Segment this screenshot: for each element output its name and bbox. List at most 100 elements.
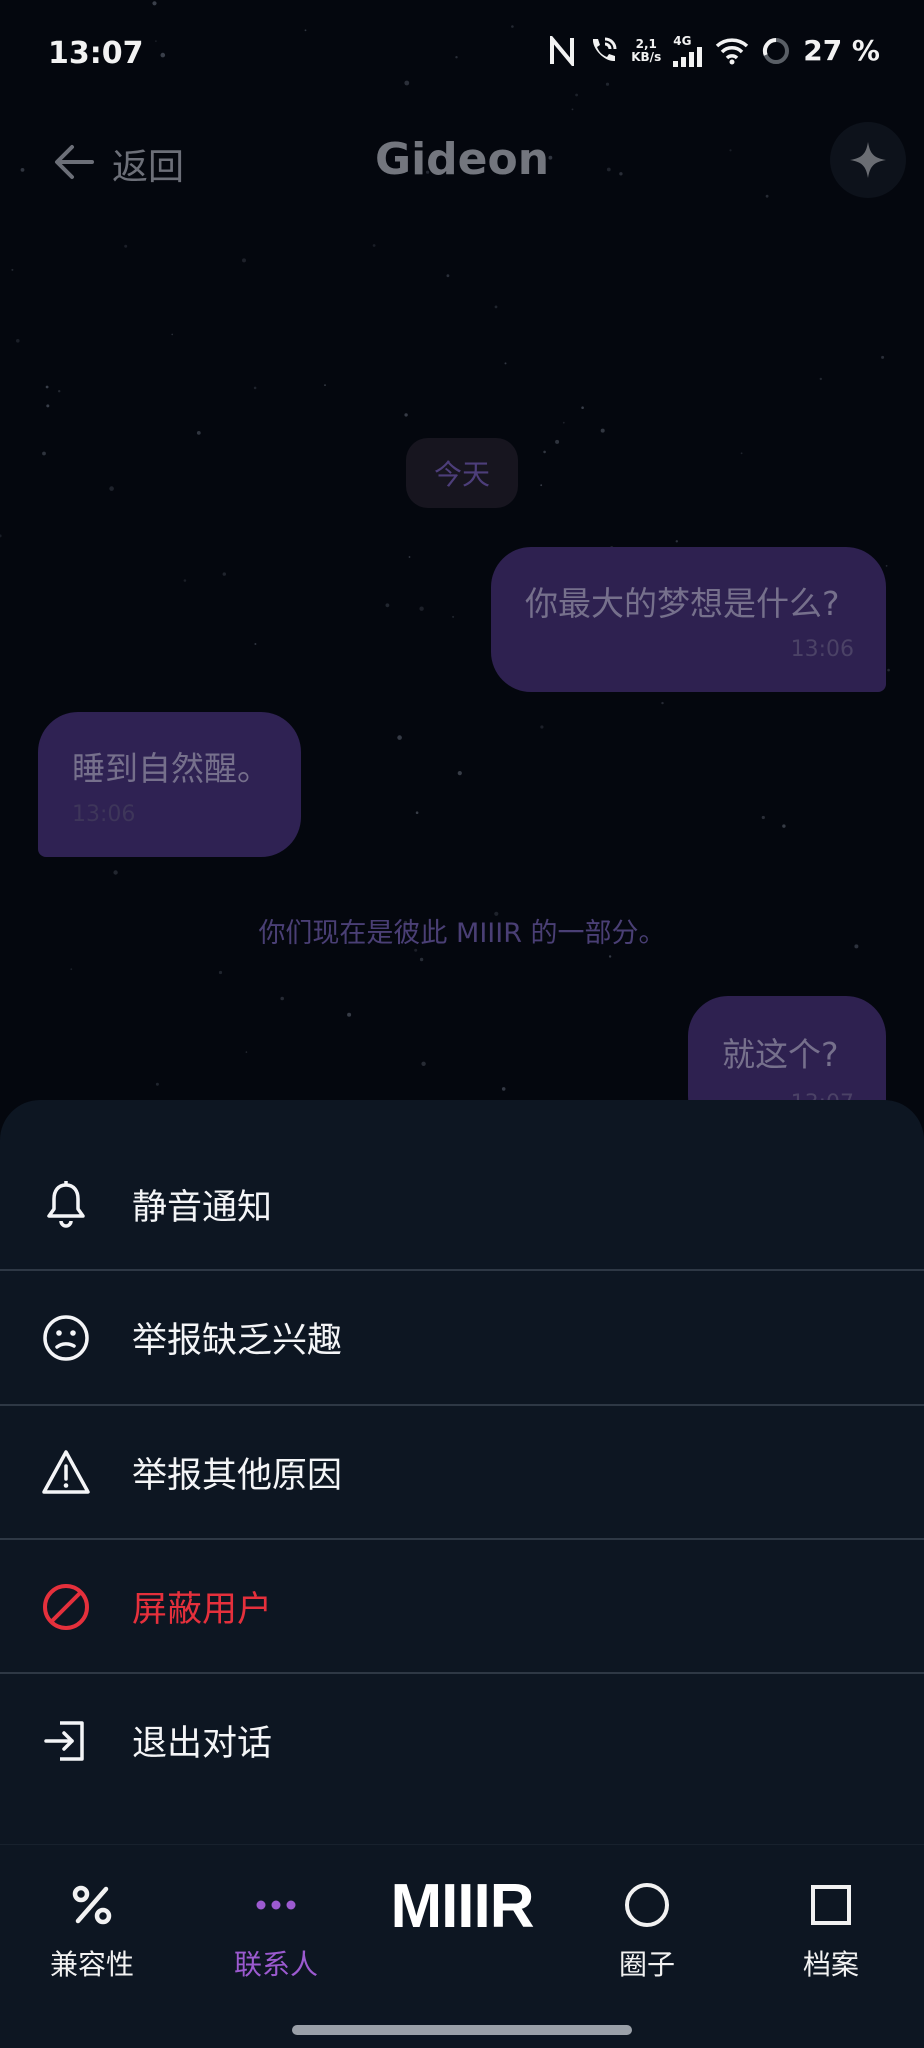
star <box>457 771 462 776</box>
message-time: 13:06 <box>790 637 854 662</box>
star <box>543 450 546 454</box>
star <box>415 811 419 814</box>
message-bubble-outgoing[interactable]: 你最大的梦想是什么? 13:06 <box>491 547 886 692</box>
nav-item-circles[interactable]: 圈子 <box>557 1845 737 1995</box>
network-type: 4G <box>673 33 692 48</box>
star <box>109 486 114 491</box>
bottom-nav: 兼容性 联系人 MIIIR 圈子 档案 <box>0 1844 924 2048</box>
star <box>253 386 257 390</box>
star <box>42 451 46 456</box>
star <box>372 244 376 247</box>
menu-item-label: 静音通知 <box>132 1188 273 1228</box>
star <box>404 413 408 417</box>
star <box>881 355 885 359</box>
star <box>245 1051 248 1053</box>
star <box>113 870 118 875</box>
star <box>45 385 49 389</box>
circle-icon <box>625 1883 669 1927</box>
star <box>555 439 560 444</box>
star <box>782 824 786 828</box>
net-speed-value: 2,1 <box>635 36 657 51</box>
message-text: 你最大的梦想是什么? <box>525 584 840 623</box>
menu-item-label: 退出对话 <box>132 1724 273 1764</box>
star <box>183 579 187 582</box>
star <box>540 484 543 487</box>
star <box>280 996 285 1001</box>
bell-icon <box>47 1180 85 1228</box>
star <box>562 421 565 424</box>
home-indicator[interactable] <box>292 2025 632 2035</box>
exit-icon <box>44 1720 84 1761</box>
nav-label: 圈子 <box>618 1948 675 1981</box>
square-icon <box>811 1885 851 1925</box>
warning-triangle-icon <box>42 1449 90 1494</box>
star <box>196 431 201 435</box>
star <box>452 615 455 618</box>
nav-label: 联系人 <box>233 1948 318 1981</box>
star <box>501 1087 506 1091</box>
star <box>600 428 605 433</box>
cell-signal: 4G <box>673 35 703 67</box>
call-wifi-icon <box>593 37 617 61</box>
star <box>0 534 2 538</box>
menu-item-mute[interactable]: 静音通知 <box>0 1138 924 1271</box>
star <box>581 406 584 410</box>
menu-item-exit-chat[interactable]: 退出对话 <box>0 1674 924 1807</box>
star <box>885 565 888 567</box>
star <box>155 1082 159 1086</box>
star <box>446 274 450 278</box>
star <box>608 955 612 958</box>
nav-label: 档案 <box>802 1948 859 1981</box>
star <box>540 725 544 729</box>
chat-header: 返回 Gideon <box>0 112 924 212</box>
menu-item-label: 举报其他原因 <box>132 1456 343 1496</box>
signal-icon <box>673 46 703 67</box>
message-text: 睡到自然醒。 <box>72 749 270 788</box>
star <box>675 540 678 543</box>
battery-icon <box>763 37 790 64</box>
nav-item-compatibility[interactable]: 兼容性 <box>2 1845 182 1995</box>
menu-item-report-other[interactable]: 举报其他原因 <box>0 1406 924 1539</box>
star <box>11 268 14 271</box>
star <box>70 968 73 971</box>
block-icon <box>43 1583 89 1630</box>
star <box>46 404 50 408</box>
star <box>397 735 402 740</box>
star <box>254 643 257 645</box>
menu-item-label: 屏蔽用户 <box>132 1590 273 1630</box>
menu-item-label: 举报缺乏兴趣 <box>132 1321 343 1361</box>
nfc-icon <box>550 35 575 66</box>
star <box>218 970 223 975</box>
status-icons: 2,1 KB/s 4G 27 % <box>549 34 880 67</box>
star <box>494 305 498 309</box>
wifi-icon <box>716 37 749 64</box>
sparkle-button[interactable] <box>830 122 906 198</box>
star <box>15 339 20 343</box>
star <box>504 362 507 365</box>
net-speed-unit: KB/s <box>631 49 662 64</box>
nav-item-contacts[interactable]: 联系人 <box>186 1845 366 1995</box>
message-text: 就这个? <box>722 1035 839 1074</box>
star <box>222 572 226 576</box>
star <box>171 333 173 336</box>
menu-item-block-user[interactable]: 屏蔽用户 <box>0 1540 924 1673</box>
nav-label: 兼容性 <box>49 1948 134 1981</box>
star <box>419 606 424 611</box>
star <box>761 815 765 820</box>
star <box>819 377 822 381</box>
confused-face-icon <box>43 1314 89 1361</box>
star <box>408 556 411 558</box>
star <box>124 244 128 248</box>
battery-level: 27 % <box>803 34 880 67</box>
miiir-logo[interactable]: MIIIR <box>362 1871 562 1942</box>
chat-title: Gideon <box>374 134 550 185</box>
nav-item-profile[interactable]: 档案 <box>741 1845 921 1995</box>
message-bubble-incoming[interactable]: 睡到自然醒。 13:06 <box>38 712 301 857</box>
date-chip: 今天 <box>406 438 518 508</box>
star <box>242 258 246 263</box>
star <box>740 452 743 455</box>
menu-item-report-no-interest[interactable]: 举报缺乏兴趣 <box>0 1271 924 1404</box>
status-bar: 13:07 2,1 KB/s 4G 27 % <box>0 0 924 112</box>
options-sheet: 静音通知 举报缺乏兴趣 举报其他原因 屏蔽用户 退出对话 <box>0 1100 924 1844</box>
star <box>419 957 424 962</box>
